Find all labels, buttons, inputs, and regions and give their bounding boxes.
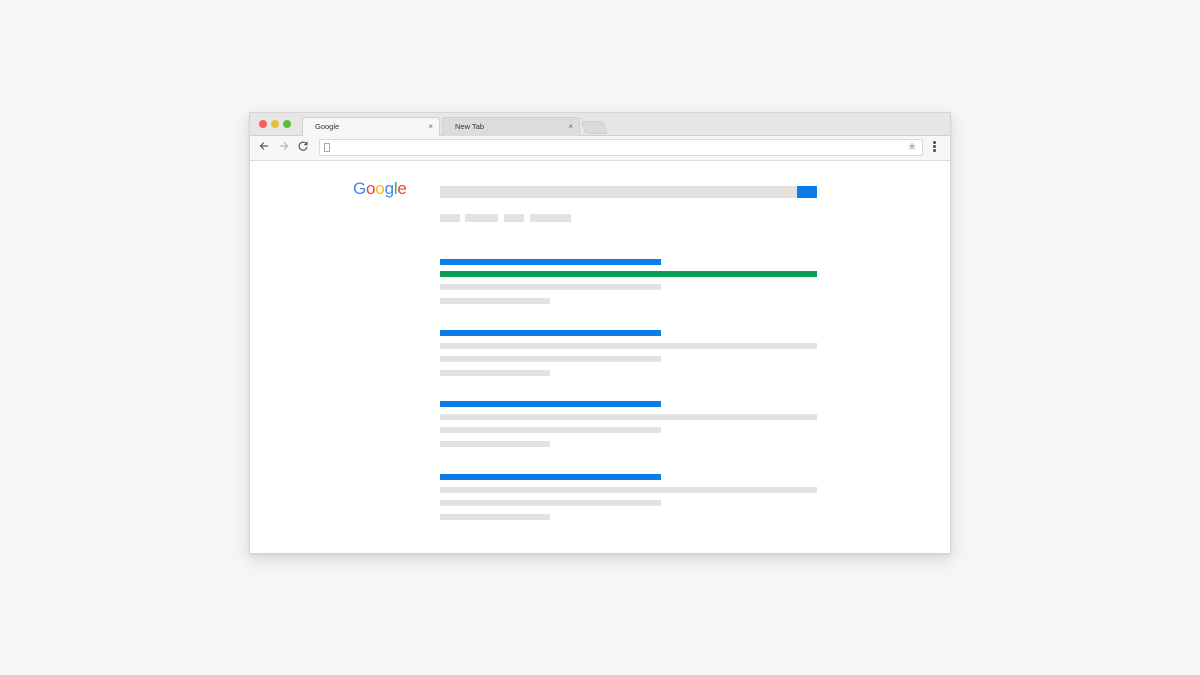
tab-label: Google (315, 122, 340, 131)
close-window-button[interactable] (259, 120, 267, 128)
minimize-window-button[interactable] (271, 120, 279, 128)
logo-letter: o (375, 179, 385, 198)
result-title-link[interactable] (440, 259, 661, 265)
result-snippet-line (440, 500, 661, 506)
result-snippet-line (440, 284, 661, 290)
tab-placeholder[interactable] (530, 214, 571, 222)
tab-placeholder[interactable] (504, 214, 524, 222)
star-icon[interactable]: ★ (907, 140, 917, 155)
result-snippet-line (440, 370, 550, 376)
toolbar: ★ (250, 136, 950, 161)
search-button[interactable] (797, 186, 817, 198)
result-url (440, 271, 817, 277)
result-snippet-line (440, 487, 817, 493)
maximize-window-button[interactable] (283, 120, 291, 128)
result-title-link[interactable] (440, 401, 661, 407)
close-icon[interactable]: × (428, 118, 433, 136)
three-dots-menu-icon[interactable] (933, 141, 936, 153)
result-snippet-line (440, 298, 550, 304)
result-snippet-line (440, 356, 661, 362)
tab-placeholder[interactable] (465, 214, 498, 222)
result-title-link[interactable] (440, 474, 661, 480)
page-icon (324, 143, 330, 152)
close-icon[interactable]: × (568, 118, 573, 136)
tab-placeholder[interactable] (440, 214, 460, 222)
tab-new-tab[interactable]: New Tab × (442, 117, 580, 136)
result-snippet-line (440, 427, 661, 433)
logo-letter: g (384, 179, 394, 198)
logo-letter: G (353, 179, 367, 198)
logo-letter: e (397, 179, 407, 198)
reload-icon (298, 141, 308, 151)
address-bar[interactable]: ★ (319, 139, 923, 156)
search-input[interactable] (440, 186, 797, 198)
reload-button[interactable] (296, 140, 310, 154)
arrow-left-icon (259, 142, 268, 150)
result-snippet-line (440, 514, 550, 520)
forward-button[interactable] (277, 140, 291, 154)
new-tab-button[interactable] (580, 121, 609, 134)
result-snippet-line (440, 414, 817, 420)
result-title-link[interactable] (440, 330, 661, 336)
tab-google[interactable]: Google × (302, 117, 440, 136)
result-snippet-line (440, 343, 817, 349)
title-bar: Google × New Tab × (250, 113, 950, 136)
tab-label: New Tab (455, 122, 485, 131)
arrow-right-icon (280, 142, 289, 150)
logo-letter: o (366, 179, 376, 198)
result-snippet-line (440, 441, 550, 447)
browser-window: Google × New Tab × ★ Google (249, 112, 951, 554)
google-logo: Google (353, 179, 407, 199)
back-button[interactable] (257, 140, 271, 154)
